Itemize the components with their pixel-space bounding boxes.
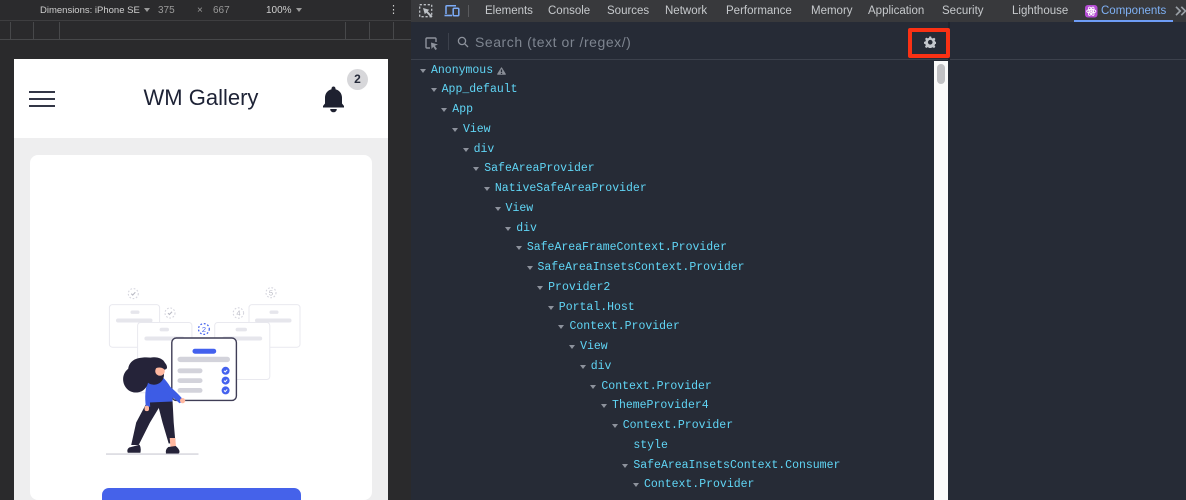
svg-text:2: 2 <box>202 325 206 334</box>
svg-text:4: 4 <box>236 309 240 318</box>
svg-text:5: 5 <box>269 288 273 297</box>
